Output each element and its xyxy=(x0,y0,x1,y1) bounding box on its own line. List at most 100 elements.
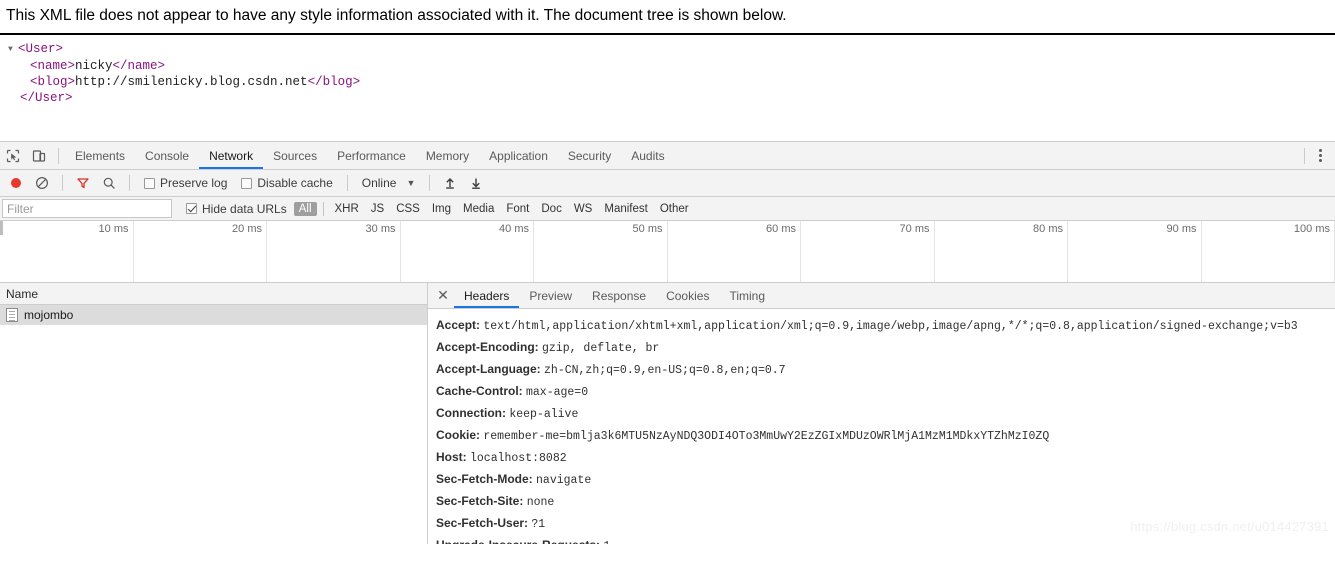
request-details-panel: ✕ Headers Preview Response Cookies Timing Ac… xyxy=(428,283,1335,544)
xml-tag: </name> xyxy=(112,59,166,73)
tab-console[interactable]: Console xyxy=(135,142,199,169)
timeline-tick-label: 20 ms xyxy=(232,223,262,235)
header-row: Sec-Fetch-User: ?1 xyxy=(436,513,1335,535)
table-row[interactable]: mojombo xyxy=(0,305,427,325)
controls-divider-2 xyxy=(129,175,130,191)
request-name: mojombo xyxy=(24,308,74,322)
tab-network[interactable]: Network xyxy=(199,142,263,169)
timeline-tick: 60 ms xyxy=(668,221,801,282)
close-icon[interactable]: ✕ xyxy=(432,285,454,307)
timeline-tick-label: 70 ms xyxy=(899,223,930,235)
controls-divider-1 xyxy=(62,175,63,191)
type-filter-doc[interactable]: Doc xyxy=(536,202,566,216)
type-filter-img[interactable]: Img xyxy=(427,202,456,216)
requests-column-header[interactable]: Name xyxy=(0,283,427,305)
document-icon xyxy=(6,308,18,322)
filter-icon[interactable] xyxy=(71,171,95,195)
details-tabbar: ✕ Headers Preview Response Cookies Timing xyxy=(428,283,1335,309)
header-value: zh-CN,zh;q=0.9,en-US;q=0.8,en;q=0.7 xyxy=(544,364,786,377)
record-button[interactable] xyxy=(4,171,28,195)
header-row: Connection: keep-alive xyxy=(436,403,1335,425)
preserve-log-checkbox[interactable]: Preserve log xyxy=(138,176,233,190)
details-tab-headers[interactable]: Headers xyxy=(454,283,519,308)
timeline-tick-label: 90 ms xyxy=(1166,223,1197,235)
disable-cache-checkbox[interactable]: Disable cache xyxy=(235,176,338,190)
timeline-tick: 10 ms xyxy=(0,221,134,282)
header-name: Cache-Control: xyxy=(436,384,526,398)
header-row: Sec-Fetch-Site: none xyxy=(436,491,1335,513)
type-filter-other[interactable]: Other xyxy=(655,202,694,216)
type-filter-font[interactable]: Font xyxy=(501,202,534,216)
timeline-tick-label: 60 ms xyxy=(766,223,796,235)
header-value: max-age=0 xyxy=(526,386,589,399)
header-name: Sec-Fetch-Mode: xyxy=(436,472,537,486)
header-value: keep-alive xyxy=(509,408,579,421)
type-filter-manifest[interactable]: Manifest xyxy=(599,202,652,216)
tab-sources[interactable]: Sources xyxy=(263,142,327,169)
details-tab-cookies[interactable]: Cookies xyxy=(656,283,719,308)
request-headers-list: Accept: text/html,application/xhtml+xml,… xyxy=(428,309,1335,544)
type-filter-all[interactable]: All xyxy=(293,201,317,216)
header-value: 1 xyxy=(603,540,610,544)
tab-memory[interactable]: Memory xyxy=(416,142,479,169)
triangle-collapse-icon[interactable]: ▼ xyxy=(8,42,18,58)
hide-data-urls-checkbox[interactable]: Hide data URLs xyxy=(180,202,293,216)
details-tab-preview[interactable]: Preview xyxy=(519,283,582,308)
timeline-tick-label: 100 ms xyxy=(1293,223,1330,235)
type-filter-xhr[interactable]: XHR xyxy=(330,202,364,216)
timeline-tick: 90 ms xyxy=(1068,221,1202,282)
preserve-log-box[interactable] xyxy=(144,177,155,189)
device-toolbar-icon[interactable] xyxy=(26,143,52,169)
chevron-down-icon[interactable]: ▼ xyxy=(406,178,421,188)
tab-performance[interactable]: Performance xyxy=(327,142,416,169)
preserve-log-label: Preserve log xyxy=(160,176,228,190)
xml-tag: </blog> xyxy=(307,75,361,89)
devtools-tab-list: Elements Console Network Sources Performance… xyxy=(65,142,675,169)
header-name: Sec-Fetch-Site: xyxy=(436,494,527,508)
tab-security[interactable]: Security xyxy=(558,142,621,169)
timeline-tick-label: 30 ms xyxy=(365,223,396,235)
details-tab-timing[interactable]: Timing xyxy=(719,283,775,308)
import-har-icon[interactable] xyxy=(438,171,462,195)
devtools-more-menu-icon[interactable] xyxy=(1314,142,1327,169)
inspect-element-icon[interactable] xyxy=(0,143,26,169)
timeline-tick: 80 ms xyxy=(935,221,1068,282)
header-name: Cookie: xyxy=(436,428,484,442)
network-overview-timeline[interactable]: 10 ms 20 ms 30 ms 40 ms 50 ms 60 ms 70 ms 80 ms… xyxy=(0,221,1335,283)
throttling-select[interactable]: Online xyxy=(356,176,405,190)
header-row: Accept: text/html,application/xhtml+xml,… xyxy=(436,315,1335,337)
timeline-tick: 100 ms xyxy=(1202,221,1335,282)
xml-text: http://smilenicky.blog.csdn.net xyxy=(75,75,308,89)
header-value: gzip, deflate, br xyxy=(542,342,660,355)
tab-audits[interactable]: Audits xyxy=(621,142,674,169)
controls-divider-3 xyxy=(346,175,348,191)
header-name: Accept-Language: xyxy=(436,362,545,376)
export-har-icon[interactable] xyxy=(464,171,488,195)
xml-document-tree: ▼ <User> <name>nicky</name> <blog>http://sm… xyxy=(0,35,1335,106)
filter-input[interactable] xyxy=(2,199,172,218)
type-filter-js[interactable]: JS xyxy=(366,202,389,216)
timeline-tick-label: 40 ms xyxy=(499,223,529,235)
details-tab-response[interactable]: Response xyxy=(582,283,656,308)
header-row: Sec-Fetch-Mode: navigate xyxy=(436,469,1335,491)
type-filter-css[interactable]: CSS xyxy=(391,202,425,216)
xml-tree-line: ▼ <User> xyxy=(8,41,1335,58)
type-filter-ws[interactable]: WS xyxy=(569,202,598,216)
tab-elements[interactable]: Elements xyxy=(65,142,135,169)
requests-empty-space xyxy=(0,325,427,544)
timeline-tick: 40 ms xyxy=(401,221,534,282)
header-row: Upgrade-Insecure-Requests: 1 xyxy=(436,535,1335,544)
header-row: Cache-Control: max-age=0 xyxy=(436,381,1335,403)
header-name: Connection: xyxy=(436,406,510,420)
xml-text: nicky xyxy=(75,59,113,73)
header-row: Accept-Language: zh-CN,zh;q=0.9,en-US;q=… xyxy=(436,359,1335,381)
disable-cache-box[interactable] xyxy=(241,177,253,189)
type-filter-media[interactable]: Media xyxy=(458,202,499,216)
timeline-tick: 70 ms xyxy=(801,221,935,282)
tab-application[interactable]: Application xyxy=(479,142,558,169)
header-value: localhost:8082 xyxy=(470,452,567,465)
hide-data-urls-box[interactable] xyxy=(186,203,197,214)
xml-tree-line: </User> xyxy=(8,90,1335,106)
clear-button[interactable] xyxy=(30,171,54,195)
search-icon[interactable] xyxy=(97,171,121,195)
